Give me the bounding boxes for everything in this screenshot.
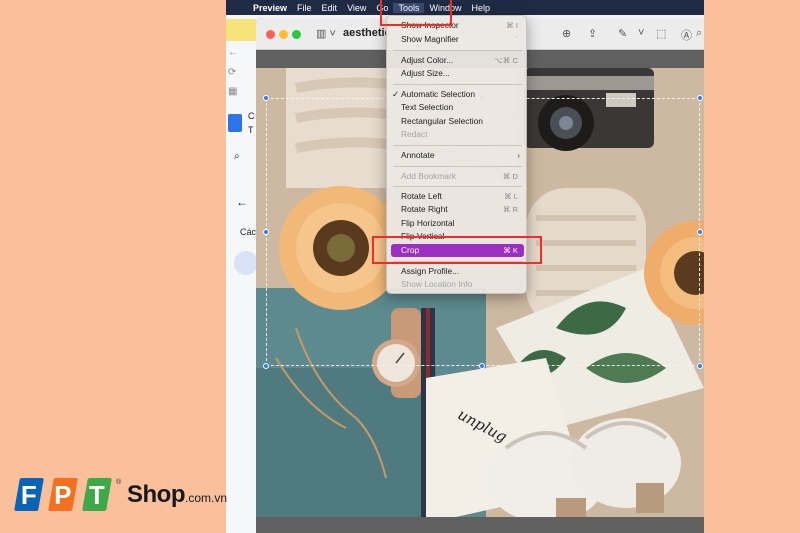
selection-handle[interactable] (697, 95, 703, 101)
menu-item-assign-profile[interactable]: Assign Profile... (387, 265, 528, 278)
minimize-window-button[interactable] (279, 30, 288, 39)
doc-subtitle-fragment: T (248, 125, 254, 135)
menu-preview[interactable]: Preview (248, 3, 292, 13)
menu-separator (393, 186, 522, 187)
checkmark-icon: ✓ (392, 89, 400, 99)
menu-edit[interactable]: Edit (317, 3, 343, 13)
menu-separator (393, 166, 522, 167)
outline-label-fragment: Các (240, 227, 257, 237)
crop-item-highlight-box (372, 236, 542, 264)
rotate-icon[interactable]: ⬚ (656, 27, 666, 40)
refresh-icon[interactable]: ⟳ (228, 67, 236, 78)
logo-tile-f: F (14, 478, 44, 511)
outline-item-pill[interactable] (234, 251, 258, 275)
back-arrow-icon[interactable]: ← (228, 47, 238, 58)
logo-tile-p: P (48, 478, 78, 511)
close-window-button[interactable] (266, 30, 275, 39)
menu-item-show-magnifier[interactable]: Show Magnifier ` (387, 33, 528, 46)
logo-tile-t: T (82, 478, 112, 511)
menu-separator (393, 145, 522, 146)
browser-tab-strip (226, 19, 256, 41)
selection-handle[interactable] (697, 229, 703, 235)
menu-item-add-bookmark: Add Bookmark ⌘ D (401, 171, 518, 181)
menu-item-redact: Redact (401, 129, 428, 139)
search-icon[interactable]: ⌕ (234, 151, 240, 162)
selection-handle[interactable] (697, 363, 703, 369)
share-icon[interactable]: ⇪ (588, 27, 597, 40)
menu-file[interactable]: File (292, 3, 317, 13)
markup-pen-icon[interactable]: ✎ (618, 27, 627, 40)
back-arrow-icon[interactable]: ← (236, 195, 248, 209)
menu-help[interactable]: Help (466, 3, 495, 13)
window-title: aesthetic (343, 27, 391, 39)
markup-toolbar-icon[interactable]: Ⓐ (681, 27, 692, 43)
menu-item-rotate-left[interactable]: Rotate Left ⌘ L (387, 190, 528, 203)
search-icon[interactable]: ⌕ (696, 27, 702, 40)
chevron-down-icon[interactable]: ˅ (638, 27, 644, 39)
menu-item-adjust-color[interactable]: Adjust Color... ⌥⌘ C (387, 54, 528, 67)
menu-separator (393, 84, 522, 85)
menu-item-rectangular-selection[interactable]: Rectangular Selection (387, 115, 528, 128)
background-browser-window: ← ⟳ ▦ C T ⌕ ← Các (226, 15, 258, 533)
menu-view[interactable]: View (342, 3, 371, 13)
menu-item-adjust-size[interactable]: Adjust Size... (387, 67, 528, 80)
menu-separator (393, 50, 522, 51)
tools-menu-highlight-box (380, 0, 452, 26)
zoom-in-icon[interactable]: ⊕ (562, 27, 571, 40)
menu-item-text-selection[interactable]: Text Selection (387, 101, 528, 114)
selection-handle[interactable] (263, 229, 269, 235)
selection-handle[interactable] (263, 95, 269, 101)
menu-item-rotate-right[interactable]: Rotate Right ⌘ R (387, 203, 528, 216)
menu-item-show-location-info: Show Location Info (401, 279, 473, 289)
apps-grid-icon[interactable]: ▦ (228, 86, 237, 97)
zoom-window-button[interactable] (292, 30, 301, 39)
menu-item-annotate[interactable]: Annotate › (387, 149, 528, 162)
registered-mark: ® (116, 479, 122, 486)
menu-item-flip-horizontal[interactable]: Flip Horizontal (387, 217, 528, 230)
macos-menu-bar: Preview File Edit View Go Tools Window H… (226, 0, 704, 15)
selection-handle[interactable] (263, 363, 269, 369)
menu-item-automatic-selection[interactable]: ✓ Automatic Selection (387, 88, 528, 101)
logo-wordmark: Shop.com.vn (127, 481, 228, 508)
doc-title-fragment: C (248, 111, 255, 121)
selection-handle[interactable] (479, 363, 485, 369)
google-docs-icon (228, 114, 242, 132)
submenu-arrow-icon: › (517, 150, 520, 160)
sidebar-toggle-icon[interactable]: ▥ ˅ (316, 27, 336, 40)
